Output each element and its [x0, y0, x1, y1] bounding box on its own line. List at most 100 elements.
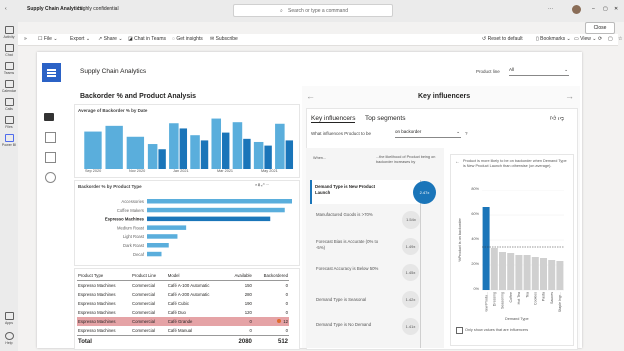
influencer-item-label[interactable]: Demand Type is Seasonal — [316, 297, 386, 303]
y-tick: 60% — [471, 212, 479, 216]
rail-item-teams[interactable]: Teams — [0, 62, 18, 75]
column-bar — [169, 123, 179, 169]
share-button[interactable]: ↗ Share ⌄ — [98, 36, 123, 42]
detail-category-label: New Produ... — [484, 292, 488, 312]
column-header[interactable]: Product Type — [77, 271, 131, 281]
influence-bubble[interactable]: 1.42x — [402, 291, 419, 308]
detail-bar — [540, 258, 547, 290]
more-icon[interactable]: ··· — [548, 6, 553, 12]
minimize-icon[interactable]: – — [592, 6, 595, 12]
subscribe-button[interactable]: ✉ Subscribe — [210, 36, 238, 42]
bar — [147, 225, 187, 230]
column-header[interactable]: Model — [167, 271, 227, 281]
get-insights-button[interactable]: ◌ Get insights — [172, 36, 203, 42]
refresh-icon[interactable]: ⟳ — [598, 36, 602, 42]
detail-category-label: Coffee — [509, 292, 513, 303]
sensitivity-label[interactable]: Highly confidential — [78, 6, 119, 12]
visual-header-icons[interactable]: ⌕ ⇩ ⤢ ··· — [255, 183, 269, 187]
bookmarks-menu[interactable]: ▯ Bookmarks ⌄ — [536, 36, 571, 42]
bar — [147, 234, 178, 239]
window-title: Supply Chain Analytics — [27, 6, 83, 12]
x-tick: Sep 2020 — [85, 169, 102, 173]
rail-item-chat[interactable]: Chat — [0, 44, 18, 57]
back-icon[interactable]: ‹ — [5, 6, 7, 12]
menu-icon[interactable] — [42, 63, 61, 82]
x-tick: Jan 2021 — [173, 169, 189, 173]
rail-item-apps[interactable]: Apps — [0, 312, 18, 325]
influence-bubble[interactable]: 1.54x — [402, 211, 420, 229]
next-arrow-icon[interactable]: → — [565, 91, 574, 101]
column-header[interactable]: Product Line — [131, 271, 167, 281]
influence-bubble[interactable]: 2.47x — [413, 181, 436, 204]
rail-item-calendar[interactable]: Calendar — [0, 80, 18, 93]
view-menu[interactable]: ▭ View ⌄ — [574, 36, 596, 42]
expand-icon[interactable]: » — [24, 36, 27, 42]
column-bar — [200, 140, 209, 169]
title-bar: ‹ Supply Chain Analytics Highly confiden… — [0, 0, 624, 22]
comment-icon[interactable]: ▢ — [608, 36, 613, 42]
product-line-dropdown[interactable]: All ⌄ — [509, 67, 569, 76]
connector-line — [420, 180, 421, 348]
rail-item-calls[interactable]: Calls — [0, 98, 18, 111]
influencer-item-label[interactable]: Demand Type is No Demand — [316, 322, 386, 328]
forklift-icon[interactable] — [45, 152, 56, 163]
influence-bubble[interactable]: 1.41x — [402, 318, 419, 335]
rail-item-powerbi[interactable]: Power BI — [0, 134, 18, 147]
column-bar — [147, 144, 158, 169]
rail-item-files[interactable]: Files — [0, 116, 18, 129]
table-row-highlighted[interactable]: Espresso Machines Commercial Café Grande 0 1… — [77, 317, 289, 326]
column-chart — [84, 118, 294, 169]
bar-chart-panel[interactable]: Backorder % by Product Type ⌕ ⇩ ⤢ ··· Ac… — [74, 180, 300, 266]
column-bar — [126, 136, 145, 169]
tab-key-influencers[interactable]: Key influencers — [311, 115, 356, 123]
table-row[interactable]: Espresso Machines Commercial Café A-100 Au… — [77, 281, 289, 291]
column-bar — [105, 125, 123, 169]
close-button[interactable]: Close — [585, 22, 615, 34]
feedback-icons[interactable]: 👍︎ 👎︎ — [550, 114, 564, 122]
avatar[interactable] — [572, 5, 581, 14]
bar — [147, 216, 271, 222]
influencer-item-label[interactable]: Manufactured Goods is >70% — [316, 212, 386, 218]
calendar-icon — [4, 80, 14, 88]
influencers-only-checkbox[interactable] — [456, 327, 463, 334]
influence-bubble[interactable]: 1.49x — [402, 238, 419, 255]
chat-in-teams-button[interactable]: ◪ Chat in Teams — [128, 36, 166, 42]
table-row[interactable]: Espresso Machines Commercial Café Duo 120 0 — [77, 308, 289, 317]
detail-bar — [507, 253, 515, 290]
export-menu[interactable]: Export ⌄ — [70, 36, 90, 42]
reset-button[interactable]: ↺ Reset to default — [482, 36, 523, 42]
maximize-icon[interactable]: ▢ — [603, 6, 608, 12]
chevron-down-icon: ⌄ — [456, 129, 460, 134]
search-input[interactable]: ⌕ Search or type a command — [233, 4, 393, 17]
detail-bar — [499, 252, 506, 290]
close-window-icon[interactable]: ✕ — [614, 6, 618, 12]
table-row[interactable]: Espresso Machines Commercial Café A-200 Au… — [77, 290, 289, 299]
column-chart-panel[interactable]: Average of Backorder % by Date Sep 2020 … — [74, 104, 300, 178]
influence-target-dropdown[interactable]: on backorder ⌄ — [395, 129, 461, 138]
previous-arrow-icon[interactable]: ← — [306, 91, 315, 101]
bookmark-star-icon[interactable]: ☆ — [618, 36, 622, 42]
apps-icon — [4, 312, 14, 320]
rail-item-help[interactable]: Help — [0, 332, 18, 345]
chevron-down-icon: ⌄ — [564, 67, 568, 72]
column-header[interactable]: Available — [226, 271, 253, 281]
tab-top-segments[interactable]: Top segments — [365, 115, 405, 122]
product-table-panel[interactable]: Product Type Product Line Model Availabl… — [74, 268, 300, 350]
network-icon[interactable] — [45, 172, 56, 183]
rail-item-activity[interactable]: Activity — [0, 26, 18, 39]
help-icon[interactable]: ? — [465, 131, 468, 136]
file-menu[interactable]: ☐ File ⌄ — [38, 36, 58, 42]
back-arrow-icon[interactable]: ← — [455, 159, 460, 165]
factory-icon[interactable] — [45, 132, 56, 143]
report-title: Supply Chain Analytics — [80, 68, 147, 75]
powerbi-icon — [4, 134, 14, 142]
report-toolbar: » ☐ File ⌄ Export ⌄ ↗ Share ⌄ ◪ Chat in … — [18, 34, 622, 46]
influence-bubble[interactable]: 1.45x — [402, 264, 419, 281]
column-header[interactable]: Backordered — [253, 271, 289, 281]
table-row[interactable]: Espresso Machines Commercial Café Manual 0 0 — [77, 326, 289, 336]
influencer-item-label[interactable]: Forecast Bias is Accurate (0% to -5%) — [316, 239, 386, 250]
truck-icon[interactable] — [44, 113, 54, 121]
influencer-item-label[interactable]: Forecast Accuracy is Below 50% — [316, 266, 386, 272]
section-title: Backorder % and Product Analysis — [80, 93, 197, 100]
table-row[interactable]: Espresso Machines Commercial Café Cubic 190… — [77, 299, 289, 308]
